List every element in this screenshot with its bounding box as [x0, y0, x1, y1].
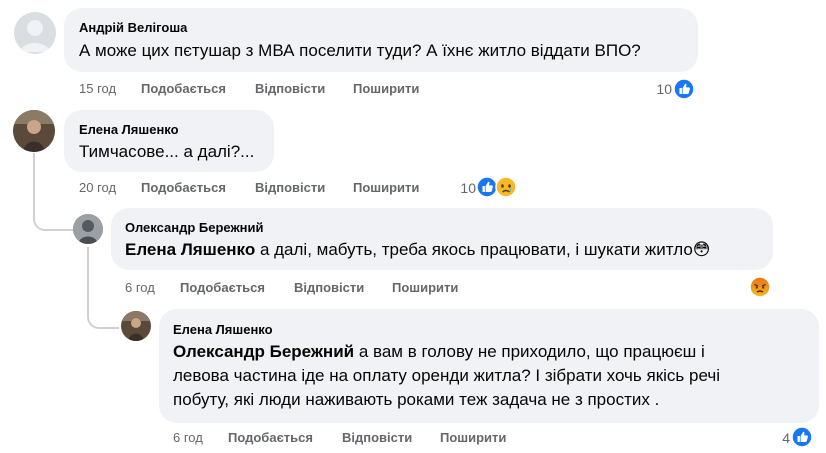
comment-bubble: Елена Ляшенко Олександр Бережний а вам в…	[159, 309, 819, 423]
comment-body: а далі, мабуть, треба якось працювати, і…	[255, 240, 711, 259]
like-icon[interactable]	[791, 426, 813, 448]
share-button[interactable]: Поширити	[353, 81, 419, 96]
share-button[interactable]: Поширити	[440, 430, 506, 445]
share-button[interactable]: Поширити	[353, 180, 419, 195]
reply-button[interactable]: Відповісти	[255, 180, 325, 195]
like-button[interactable]: Подобається	[180, 280, 265, 295]
comment-bubble: Андрій Велігоша А може цих пєтушар з МВА…	[64, 8, 698, 72]
comment-time[interactable]: 20 год	[79, 180, 116, 195]
comment-line: побуту, які люди наживають роками теж за…	[173, 390, 660, 409]
comment-bubble: Олександр Бережний Елена Ляшенко а далі,…	[111, 208, 773, 270]
comment-line: Олександр Бережний а вам в голову не при…	[173, 340, 720, 364]
comment-text: Тимчасове... а далі?...	[79, 142, 255, 161]
comment-actions: 20 год Подобається Відповісти Поширити	[79, 180, 479, 196]
reaction-count[interactable]: 10	[444, 180, 476, 196]
comment-author[interactable]: Андрій Велігоша	[79, 20, 187, 35]
comment-author[interactable]: Елена Ляшенко	[173, 322, 273, 337]
comment-bubble: Елена Ляшенко Тимчасове... а далі?...	[64, 110, 274, 172]
reply-button[interactable]: Відповісти	[342, 430, 412, 445]
like-button[interactable]: Подобається	[228, 430, 313, 445]
sad-reaction-icon[interactable]	[495, 176, 517, 198]
comment-text: Елена Ляшенко а далі, мабуть, треба якос…	[125, 238, 711, 262]
comment-actions: 15 год Подобається Відповісти Поширити	[79, 81, 479, 97]
comment-author[interactable]: Олександр Бережний	[125, 220, 264, 235]
avatar[interactable]	[73, 214, 103, 244]
share-button[interactable]: Поширити	[392, 280, 458, 295]
like-icon[interactable]	[673, 78, 695, 100]
reply-button[interactable]: Відповісти	[255, 81, 325, 96]
reaction-count[interactable]: 10	[640, 81, 672, 97]
comment-actions: 6 год Подобається Відповісти Поширити	[173, 430, 573, 446]
comment-text: Олександр Бережний а вам в голову не при…	[173, 340, 720, 412]
comment-actions: 6 год Подобається Відповісти Поширити	[125, 280, 525, 296]
comment-author[interactable]: Елена Ляшенко	[79, 122, 179, 137]
reaction-count[interactable]: 4	[760, 430, 790, 446]
angry-reaction-icon[interactable]	[749, 276, 771, 298]
reply-button[interactable]: Відповісти	[294, 280, 364, 295]
mention-link[interactable]: Елена Ляшенко	[125, 240, 255, 259]
comment-line: левова частина іде на оплату оренди житл…	[173, 366, 720, 385]
comment-time[interactable]: 6 год	[125, 280, 155, 295]
mention-link[interactable]: Олександр Бережний	[173, 342, 354, 361]
comment-time[interactable]: 6 год	[173, 430, 203, 445]
comment-time[interactable]: 15 год	[79, 81, 116, 96]
comment-text: А може цих пєтушар з МВА поселити туди? …	[79, 41, 641, 60]
like-button[interactable]: Подобається	[141, 180, 226, 195]
comment-body: а вам в голову не приходило, що працюєш …	[354, 342, 705, 361]
avatar[interactable]	[13, 110, 55, 152]
like-button[interactable]: Подобається	[141, 81, 226, 96]
avatar[interactable]	[121, 311, 151, 341]
default-avatar-icon[interactable]	[14, 12, 56, 54]
